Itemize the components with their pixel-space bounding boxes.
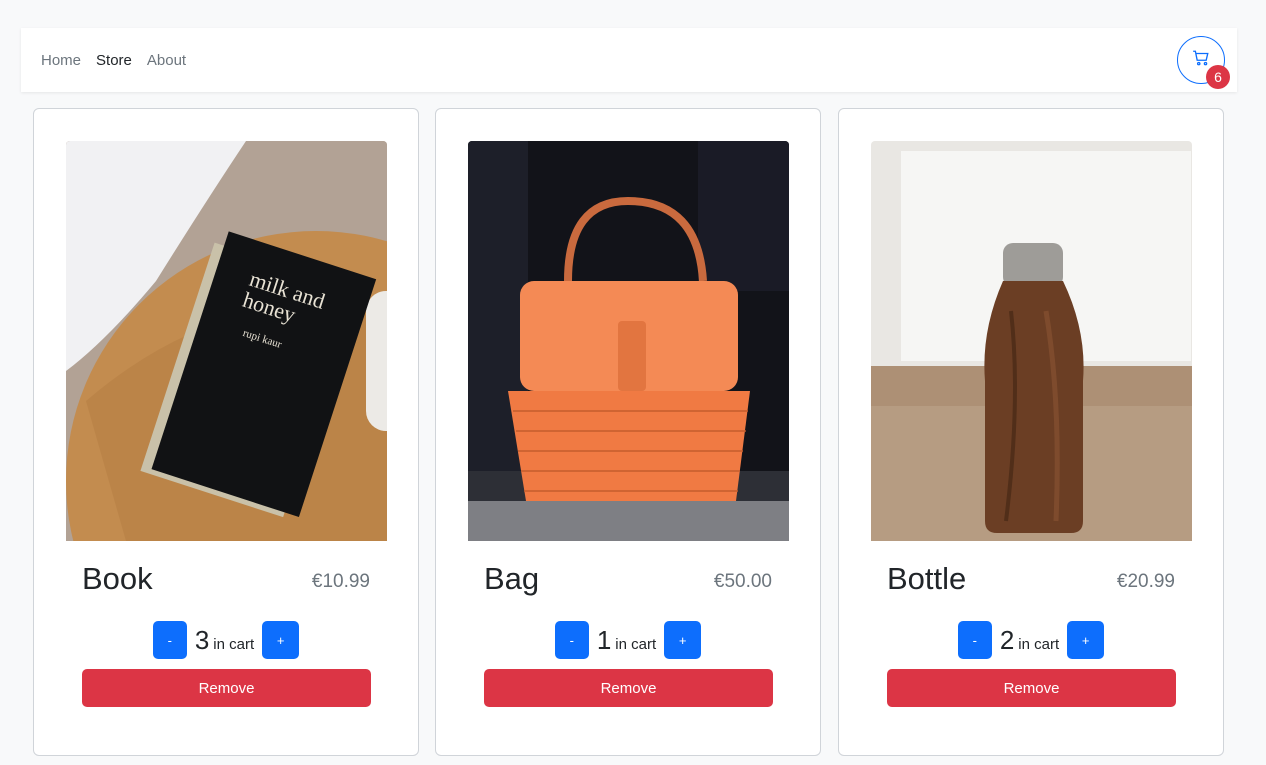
quantity-display: 1 in cart bbox=[597, 625, 656, 656]
product-card-bottle: Bottle €20.99 - 2 in cart + Remove bbox=[838, 108, 1224, 756]
nav-links: Home Store About bbox=[41, 52, 201, 69]
in-cart-label: in cart bbox=[615, 635, 657, 653]
decrease-quantity-button[interactable]: - bbox=[554, 621, 589, 659]
cart-icon bbox=[1192, 49, 1210, 72]
product-price: €20.99 bbox=[1116, 571, 1175, 592]
product-card-book: milk and honey rupi kaur Book €10.99 - 3… bbox=[33, 108, 419, 756]
increase-quantity-button[interactable]: + bbox=[664, 621, 702, 659]
quantity-stepper: - 2 in cart + bbox=[839, 621, 1223, 659]
decrease-quantity-button[interactable]: - bbox=[152, 621, 187, 659]
nav-link-about[interactable]: About bbox=[147, 52, 186, 69]
in-cart-label: in cart bbox=[1018, 635, 1060, 653]
product-price: €10.99 bbox=[311, 571, 370, 592]
remove-button[interactable]: Remove bbox=[484, 669, 773, 707]
quantity-value: 2 bbox=[999, 624, 1015, 655]
increase-quantity-button[interactable]: + bbox=[262, 621, 300, 659]
quantity-display: 2 in cart bbox=[1000, 625, 1059, 656]
product-card-bag: Bag €50.00 - 1 in cart + Remove bbox=[435, 108, 821, 756]
quantity-stepper: - 1 in cart + bbox=[436, 621, 820, 659]
decrease-quantity-button[interactable]: - bbox=[957, 621, 992, 659]
cart-count-badge: 6 bbox=[1206, 65, 1230, 89]
nav-link-home[interactable]: Home bbox=[41, 52, 81, 69]
quantity-display: 3 in cart bbox=[195, 625, 254, 656]
navbar: Home Store About 6 bbox=[21, 28, 1237, 92]
bag-photo bbox=[468, 141, 789, 541]
quantity-value: 3 bbox=[194, 624, 210, 655]
book-photo: milk and honey rupi kaur bbox=[66, 141, 387, 541]
quantity-stepper: - 3 in cart + bbox=[34, 621, 418, 659]
quantity-value: 1 bbox=[596, 624, 612, 655]
product-name: Book bbox=[82, 561, 153, 596]
product-name: Bottle bbox=[887, 561, 967, 596]
remove-button[interactable]: Remove bbox=[887, 669, 1176, 707]
bottle-photo bbox=[871, 141, 1192, 541]
increase-quantity-button[interactable]: + bbox=[1067, 621, 1105, 659]
nav-link-store[interactable]: Store bbox=[96, 52, 132, 69]
remove-button[interactable]: Remove bbox=[82, 669, 371, 707]
product-name: Bag bbox=[484, 561, 540, 596]
in-cart-label: in cart bbox=[213, 635, 255, 653]
cart-button[interactable]: 6 bbox=[1177, 36, 1230, 89]
product-price: €50.00 bbox=[713, 571, 772, 592]
